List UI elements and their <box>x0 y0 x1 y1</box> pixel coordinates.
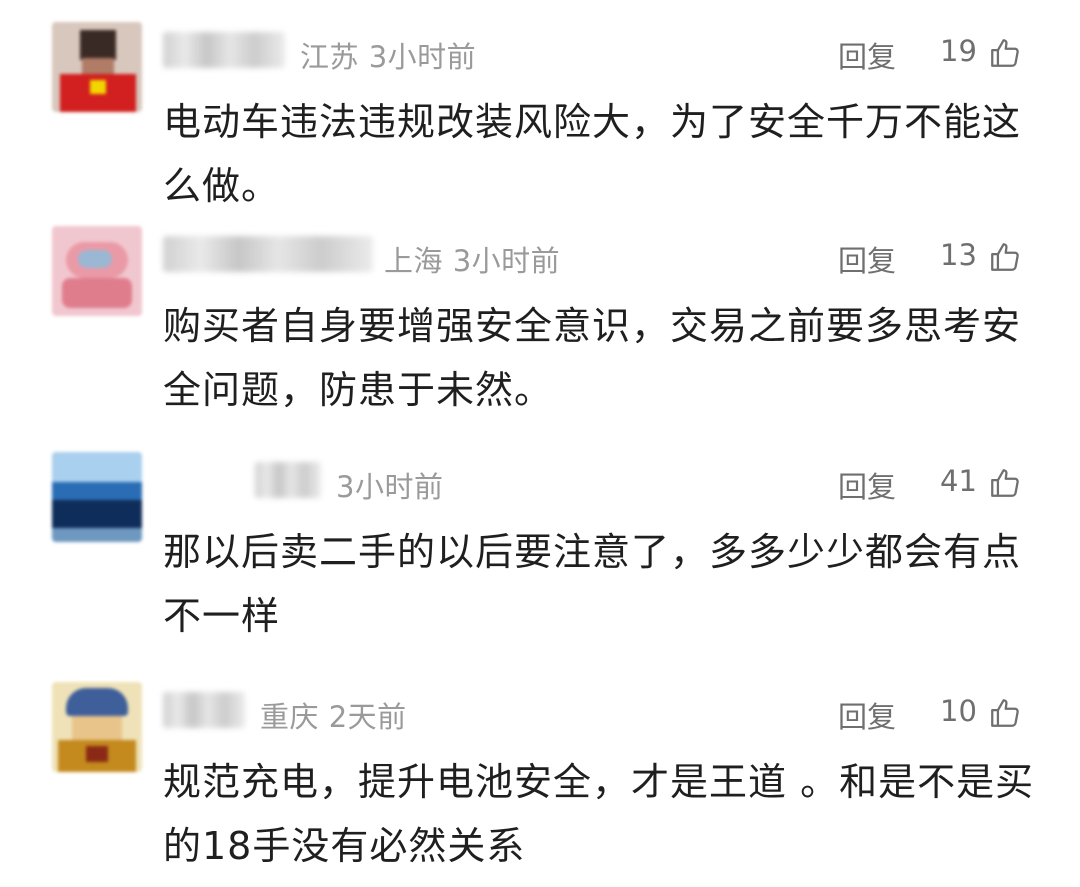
comment-location: 江苏 <box>300 40 360 74</box>
avatar[interactable] <box>52 682 142 772</box>
comment-time: 2天前 <box>328 700 407 734</box>
reply-button[interactable]: 回复 <box>838 464 896 506</box>
username-blurred[interactable] <box>163 236 373 272</box>
comment-item: 3小时前 回复 41 那以后卖二手的以后要注意了，多多少少都会有点不一样 <box>0 452 1080 652</box>
username-blurred[interactable] <box>255 462 321 498</box>
comment-body: 那以后卖二手的以后要注意了，多多少少都会有点不一样 <box>163 530 1022 638</box>
reply-button[interactable]: 回复 <box>838 34 896 76</box>
reply-button[interactable]: 回复 <box>838 238 896 280</box>
comment-meta: 重庆 2天前 <box>260 694 407 736</box>
thumbs-up-icon[interactable] <box>988 696 1022 730</box>
avatar[interactable] <box>52 226 142 316</box>
like-count: 10 <box>940 694 977 728</box>
username-blurred[interactable] <box>163 32 285 68</box>
comment-meta: 3小时前 <box>336 464 443 506</box>
like-count: 13 <box>940 238 977 272</box>
comment-body: 电动车违法违规改装风险大，为了安全千万不能这么做。 <box>163 100 1022 208</box>
comment-meta: 上海 3小时前 <box>384 238 560 280</box>
like-count: 41 <box>940 464 977 498</box>
avatar[interactable] <box>52 452 142 542</box>
thumbs-up-icon[interactable] <box>988 240 1022 274</box>
comment-meta: 江苏 3小时前 <box>300 34 476 76</box>
reply-button[interactable]: 回复 <box>838 694 896 736</box>
username-blurred[interactable] <box>163 692 245 728</box>
comment-time: 3小时前 <box>336 470 444 504</box>
avatar[interactable] <box>52 22 142 112</box>
comment-body: 购买者自身要增强安全意识，交易之前要多思考安全问题，防患于未然。 <box>163 304 1022 412</box>
comment-body: 规范充电，提升电池安全，才是王道 。和是不是买的18手没有必然关系 <box>163 760 1035 868</box>
comment-item: 江苏 3小时前 回复 19 电动车违法违规改装风险大，为了安全千万不能这么做。 <box>0 22 1080 222</box>
comment-location: 上海 <box>384 244 444 278</box>
comment-time: 3小时前 <box>368 40 477 74</box>
comment-item: 上海 3小时前 回复 13 购买者自身要增强安全意识，交易之前要多思考安全问题，… <box>0 226 1080 426</box>
comment-item: 重庆 2天前 回复 10 规范充电，提升电池安全，才是王道 。和是不是买的18手… <box>0 682 1080 882</box>
comment-time: 3小时前 <box>452 244 561 278</box>
thumbs-up-icon[interactable] <box>988 466 1022 500</box>
like-count: 19 <box>940 34 977 68</box>
thumbs-up-icon[interactable] <box>988 36 1022 70</box>
comment-location: 重庆 <box>260 700 320 734</box>
